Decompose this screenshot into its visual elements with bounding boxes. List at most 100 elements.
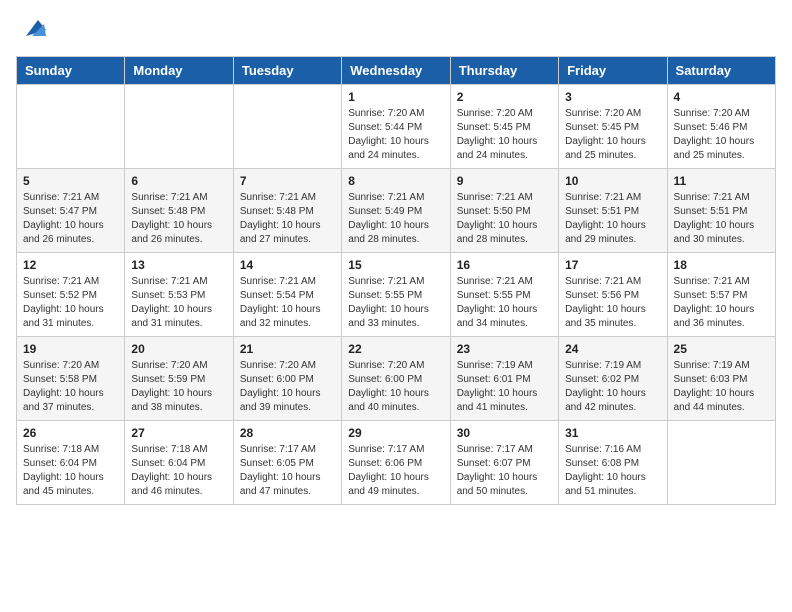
- logo: [16, 16, 46, 44]
- calendar-cell: 1Sunrise: 7:20 AM Sunset: 5:44 PM Daylig…: [342, 85, 450, 169]
- day-info: Sunrise: 7:21 AM Sunset: 5:48 PM Dayligh…: [131, 191, 226, 247]
- day-info: Sunrise: 7:18 AM Sunset: 6:04 PM Dayligh…: [131, 443, 226, 499]
- calendar-cell: 15Sunrise: 7:21 AM Sunset: 5:55 PM Dayli…: [342, 253, 450, 337]
- week-row-1: 1Sunrise: 7:20 AM Sunset: 5:44 PM Daylig…: [17, 85, 776, 169]
- week-row-2: 5Sunrise: 7:21 AM Sunset: 5:47 PM Daylig…: [17, 169, 776, 253]
- day-info: Sunrise: 7:20 AM Sunset: 6:00 PM Dayligh…: [240, 359, 335, 415]
- day-number: 8: [348, 174, 443, 188]
- day-number: 30: [457, 426, 552, 440]
- day-info: Sunrise: 7:21 AM Sunset: 5:54 PM Dayligh…: [240, 275, 335, 331]
- calendar-cell: [125, 85, 233, 169]
- day-number: 25: [674, 342, 769, 356]
- day-number: 7: [240, 174, 335, 188]
- calendar-cell: 9 Sunrise: 7:21 AM Sunset: 5:50 PM Daylig…: [450, 169, 558, 253]
- day-number: 10: [565, 174, 660, 188]
- day-info: Sunrise: 7:21 AM Sunset: 5:55 PM Dayligh…: [348, 275, 443, 331]
- day-info: Sunrise: 7:21 AM Sunset: 5:50 PM Dayligh…: [457, 191, 552, 247]
- week-row-4: 19 Sunrise: 7:20 AM Sunset: 5:58 PM Dayli…: [17, 337, 776, 421]
- day-number: 19: [23, 342, 118, 356]
- day-info: Sunrise: 7:20 AM Sunset: 5:45 PM Dayligh…: [457, 107, 552, 163]
- day-info: Sunrise: 7:20 AM Sunset: 5:46 PM Dayligh…: [674, 107, 769, 163]
- day-info: Sunrise: 7:21 AM Sunset: 5:49 PM Dayligh…: [348, 191, 443, 247]
- day-number: 4: [674, 90, 769, 104]
- day-number: 6: [131, 174, 226, 188]
- weekday-header-sunday: Sunday: [17, 57, 125, 85]
- day-number: 16: [457, 258, 552, 272]
- calendar-cell: 3 Sunrise: 7:20 AM Sunset: 5:45 PM Daylig…: [559, 85, 667, 169]
- weekday-header-saturday: Saturday: [667, 57, 775, 85]
- day-info: Sunrise: 7:21 AM Sunset: 5:51 PM Dayligh…: [565, 191, 660, 247]
- calendar-cell: 30 Sunrise: 7:17 AM Sunset: 6:07 PM Dayli…: [450, 421, 558, 505]
- day-info: Sunrise: 7:16 AM Sunset: 6:08 PM Dayligh…: [565, 443, 660, 499]
- calendar-cell: 8 Sunrise: 7:21 AM Sunset: 5:49 PM Daylig…: [342, 169, 450, 253]
- day-info: Sunrise: 7:20 AM Sunset: 5:58 PM Dayligh…: [23, 359, 118, 415]
- day-number: 28: [240, 426, 335, 440]
- day-info: Sunrise: 7:20 AM Sunset: 6:00 PM Dayligh…: [348, 359, 443, 415]
- day-info: Sunrise: 7:21 AM Sunset: 5:56 PM Dayligh…: [565, 275, 660, 331]
- calendar-table: SundayMondayTuesdayWednesdayThursdayFrid…: [16, 56, 776, 505]
- calendar-cell: 10 Sunrise: 7:21 AM Sunset: 5:51 PM Dayli…: [559, 169, 667, 253]
- day-number: 26: [23, 426, 118, 440]
- calendar-cell: 20Sunrise: 7:20 AM Sunset: 5:59 PM Dayli…: [125, 337, 233, 421]
- day-info: Sunrise: 7:21 AM Sunset: 5:55 PM Dayligh…: [457, 275, 552, 331]
- calendar-cell: 18 Sunrise: 7:21 AM Sunset: 5:57 PM Dayli…: [667, 253, 775, 337]
- day-info: Sunrise: 7:17 AM Sunset: 6:06 PM Dayligh…: [348, 443, 443, 499]
- day-info: Sunrise: 7:19 AM Sunset: 6:01 PM Dayligh…: [457, 359, 552, 415]
- calendar-cell: 11 Sunrise: 7:21 AM Sunset: 5:51 PM Dayli…: [667, 169, 775, 253]
- calendar-cell: 6 Sunrise: 7:21 AM Sunset: 5:48 PM Daylig…: [125, 169, 233, 253]
- day-number: 9: [457, 174, 552, 188]
- calendar-cell: 2 Sunrise: 7:20 AM Sunset: 5:45 PM Daylig…: [450, 85, 558, 169]
- calendar-cell: [667, 421, 775, 505]
- weekday-header-thursday: Thursday: [450, 57, 558, 85]
- day-number: 17: [565, 258, 660, 272]
- day-number: 18: [674, 258, 769, 272]
- calendar-cell: 21 Sunrise: 7:20 AM Sunset: 6:00 PM Dayli…: [233, 337, 341, 421]
- calendar-cell: [233, 85, 341, 169]
- calendar-cell: 14 Sunrise: 7:21 AM Sunset: 5:54 PM Dayli…: [233, 253, 341, 337]
- day-info: Sunrise: 7:21 AM Sunset: 5:57 PM Dayligh…: [674, 275, 769, 331]
- day-info: Sunrise: 7:17 AM Sunset: 6:07 PM Dayligh…: [457, 443, 552, 499]
- week-row-5: 26 Sunrise: 7:18 AM Sunset: 6:04 PM Dayli…: [17, 421, 776, 505]
- day-info: Sunrise: 7:21 AM Sunset: 5:53 PM Dayligh…: [131, 275, 226, 331]
- day-number: 11: [674, 174, 769, 188]
- weekday-header-friday: Friday: [559, 57, 667, 85]
- day-number: 1: [348, 90, 443, 104]
- calendar-cell: 7Sunrise: 7:21 AM Sunset: 5:48 PM Daylig…: [233, 169, 341, 253]
- day-info: Sunrise: 7:18 AM Sunset: 6:04 PM Dayligh…: [23, 443, 118, 499]
- calendar-cell: 22 Sunrise: 7:20 AM Sunset: 6:00 PM Dayli…: [342, 337, 450, 421]
- week-row-3: 12 Sunrise: 7:21 AM Sunset: 5:52 PM Dayli…: [17, 253, 776, 337]
- weekday-header-row: SundayMondayTuesdayWednesdayThursdayFrid…: [17, 57, 776, 85]
- logo-icon: [18, 16, 46, 44]
- day-info: Sunrise: 7:19 AM Sunset: 6:02 PM Dayligh…: [565, 359, 660, 415]
- day-number: 2: [457, 90, 552, 104]
- day-number: 21: [240, 342, 335, 356]
- day-number: 23: [457, 342, 552, 356]
- calendar-cell: [17, 85, 125, 169]
- day-number: 14: [240, 258, 335, 272]
- day-number: 13: [131, 258, 226, 272]
- calendar-cell: 19 Sunrise: 7:20 AM Sunset: 5:58 PM Dayli…: [17, 337, 125, 421]
- calendar-cell: 5Sunrise: 7:21 AM Sunset: 5:47 PM Daylig…: [17, 169, 125, 253]
- day-number: 27: [131, 426, 226, 440]
- day-info: Sunrise: 7:21 AM Sunset: 5:51 PM Dayligh…: [674, 191, 769, 247]
- calendar-cell: 13 Sunrise: 7:21 AM Sunset: 5:53 PM Dayli…: [125, 253, 233, 337]
- calendar-cell: 28 Sunrise: 7:17 AM Sunset: 6:05 PM Dayli…: [233, 421, 341, 505]
- day-info: Sunrise: 7:21 AM Sunset: 5:52 PM Dayligh…: [23, 275, 118, 331]
- calendar-cell: 23 Sunrise: 7:19 AM Sunset: 6:01 PM Dayli…: [450, 337, 558, 421]
- calendar-cell: 16 Sunrise: 7:21 AM Sunset: 5:55 PM Dayli…: [450, 253, 558, 337]
- calendar-cell: 29Sunrise: 7:17 AM Sunset: 6:06 PM Dayli…: [342, 421, 450, 505]
- calendar-cell: 26 Sunrise: 7:18 AM Sunset: 6:04 PM Dayli…: [17, 421, 125, 505]
- day-number: 3: [565, 90, 660, 104]
- day-number: 24: [565, 342, 660, 356]
- day-number: 20: [131, 342, 226, 356]
- calendar-cell: 12 Sunrise: 7:21 AM Sunset: 5:52 PM Dayli…: [17, 253, 125, 337]
- day-info: Sunrise: 7:17 AM Sunset: 6:05 PM Dayligh…: [240, 443, 335, 499]
- day-number: 22: [348, 342, 443, 356]
- weekday-header-monday: Monday: [125, 57, 233, 85]
- day-info: Sunrise: 7:20 AM Sunset: 5:45 PM Dayligh…: [565, 107, 660, 163]
- weekday-header-tuesday: Tuesday: [233, 57, 341, 85]
- day-number: 12: [23, 258, 118, 272]
- calendar-cell: 31Sunrise: 7:16 AM Sunset: 6:08 PM Dayli…: [559, 421, 667, 505]
- day-info: Sunrise: 7:21 AM Sunset: 5:47 PM Dayligh…: [23, 191, 118, 247]
- calendar-cell: 27 Sunrise: 7:18 AM Sunset: 6:04 PM Dayli…: [125, 421, 233, 505]
